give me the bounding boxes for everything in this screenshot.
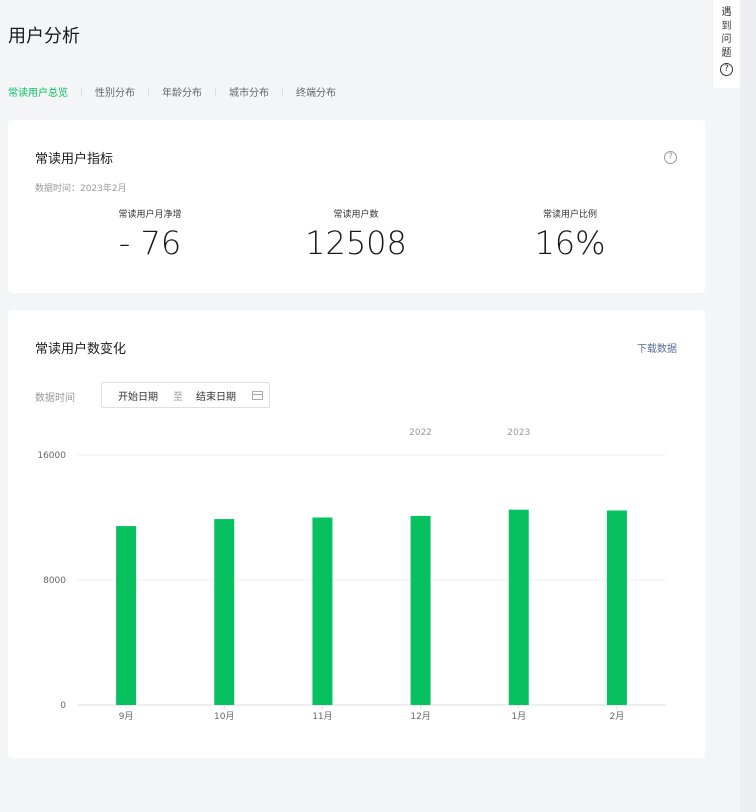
metric-label: 常读用户比例 [542,210,597,220]
metric-value: 12508 [305,224,407,262]
metric-user-count: 常读用户数 12508 [256,207,456,262]
right-scroll-gutter [740,0,756,812]
metrics-card-title: 常读用户指标 [35,152,114,167]
chart-bar [606,510,627,705]
metrics-data-time: 数据时间：2023年2月 [35,184,127,194]
question-icon[interactable]: ? [664,151,677,164]
tab-divider [148,86,149,97]
metric-value: - 76 [118,224,182,262]
chart-bar [214,519,235,705]
help-float-char: 问 [721,34,732,45]
help-float-char: 到 [721,20,732,32]
tab-age[interactable]: 年龄分布 [162,84,202,99]
tab-divider [215,86,216,97]
tab-gender[interactable]: 性别分布 [95,84,135,99]
metrics-card: 常读用户指标 ? 数据时间：2023年2月 常读用户月净增 - 76 常读用户数… [8,120,705,293]
y-tick-label: 8000 [43,576,66,586]
trend-card: 常读用户数变化 下载数据 数据时间 开始日期 至 结束日期 0 8000 16000… [8,310,705,758]
tab-device[interactable]: 终端分布 [296,84,336,99]
help-float-char: 题 [721,47,732,59]
tab-bar: 常读用户总览 性别分布 年龄分布 城市分布 终端分布 [8,84,336,99]
chart-bar [410,515,431,705]
help-float-button[interactable]: 遇 到 问 题 ? [712,0,740,88]
metric-label: 常读用户数 [333,210,379,220]
metric-net-growth: 常读用户月净增 - 76 [50,207,250,262]
metric-label: 常读用户月净增 [118,210,182,220]
tab-city[interactable]: 城市分布 [229,84,269,99]
x-tick-label: 9月 [119,711,134,722]
y-tick-label: 0 [60,701,66,711]
metric-user-ratio: 常读用户比例 16% [470,207,670,262]
x-tick-label: 1月 [511,711,526,722]
x-tick-label: 10月 [214,711,234,722]
y-tick-label: 16000 [37,451,66,461]
chart-bar [312,517,333,705]
year-label: 2022 [409,428,432,438]
x-tick-label: 2月 [610,711,625,722]
page-title: 用户分析 [8,26,80,47]
chart-bar [116,526,137,705]
metric-value: 16% [534,224,606,262]
help-float-char: 遇 [721,7,732,18]
tab-divider [81,86,82,97]
user-count-bar-chart: 0 8000 16000 9月 10月 11月 12月 1月 2月 2022 2023 [37,428,666,722]
x-tick-label: 12月 [410,711,430,722]
year-label: 2023 [507,428,530,438]
question-icon: ? [720,63,733,76]
x-tick-label: 11月 [312,711,332,722]
tab-overview[interactable]: 常读用户总览 [8,84,68,99]
tab-divider [282,86,283,97]
chart-bar [508,509,529,705]
